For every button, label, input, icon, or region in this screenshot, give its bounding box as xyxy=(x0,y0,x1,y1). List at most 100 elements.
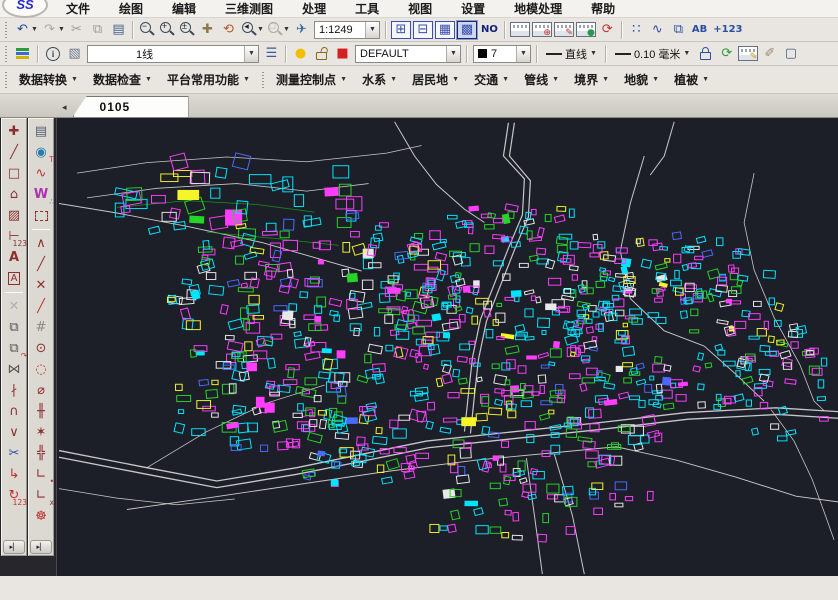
style-combo[interactable]: DEFAULT▼ xyxy=(355,45,461,63)
notebook-icon[interactable]: ▤ xyxy=(30,121,52,142)
btn-boundary[interactable]: 境界▼ xyxy=(567,69,617,91)
toolbar-area-icon[interactable]: ● xyxy=(576,22,596,37)
zoom-scale-icon[interactable]: ± xyxy=(177,20,197,40)
text-icon[interactable]: A xyxy=(3,247,25,268)
brush-icon[interactable]: ✐ xyxy=(759,44,780,64)
menu-item-1[interactable]: 绘图 xyxy=(119,0,143,17)
menu-item-8[interactable]: 地模处理 xyxy=(514,0,562,17)
copy-icon[interactable]: ⧉ xyxy=(87,20,108,40)
menu-item-9[interactable]: 帮助 xyxy=(591,0,615,17)
orbit-icon[interactable]: ⟳ xyxy=(597,20,618,40)
rotate-view-icon[interactable]: ⟲ xyxy=(218,20,239,40)
copy-object-icon[interactable]: ⧉ xyxy=(3,317,25,338)
btn-residential[interactable]: 居民地▼ xyxy=(405,69,467,91)
notch-icon[interactable]: ∨ xyxy=(3,422,25,443)
dimension-icon[interactable]: ⊢123 xyxy=(3,226,25,247)
zoom-extents-icon[interactable]: ⊞ xyxy=(391,21,411,39)
cross-node-icon[interactable]: ✕ xyxy=(30,275,52,296)
zoom-previous-icon[interactable]: ◂ xyxy=(239,20,259,40)
grid-point-icon[interactable]: # xyxy=(30,317,52,338)
erase-icon[interactable]: ✕ xyxy=(3,296,25,317)
toolbar-ruler-icon[interactable] xyxy=(510,22,530,37)
cross-line-icon[interactable]: ╬ xyxy=(30,443,52,464)
menu-item-0[interactable]: 文件 xyxy=(66,0,90,17)
table-icon[interactable]: ▦ xyxy=(435,21,455,39)
mirror-icon[interactable]: ⋈ xyxy=(3,359,25,380)
btn-landform[interactable]: 地貌▼ xyxy=(617,69,667,91)
fly-view-icon[interactable]: ✈ xyxy=(291,20,312,40)
clip-icon[interactable]: ✂ xyxy=(3,443,25,464)
zoom-window-icon[interactable]: □ xyxy=(265,20,285,40)
text-style-icon[interactable]: AB xyxy=(689,24,710,35)
color-combo[interactable]: 7▼ xyxy=(473,45,531,63)
linetype-combo-dropdown[interactable]: ▼ xyxy=(587,50,600,57)
btn-pipeline[interactable]: 管线▼ xyxy=(517,69,567,91)
unlock-icon[interactable] xyxy=(316,52,327,60)
layer-combo[interactable]: 1线▼ xyxy=(87,45,259,63)
draw-rect-icon[interactable]: □ xyxy=(3,163,25,184)
cut-icon[interactable]: ✂ xyxy=(66,20,87,40)
btn-traffic[interactable]: 交通▼ xyxy=(467,69,517,91)
wave-icon[interactable]: ∿ xyxy=(647,20,668,40)
wheel-icon[interactable]: ☸ xyxy=(30,506,52,527)
hatch-icon[interactable]: ▨ xyxy=(3,205,25,226)
globe-icon[interactable]: ◉T xyxy=(30,142,52,163)
info-icon[interactable]: i xyxy=(46,47,60,61)
selection-box-icon[interactable] xyxy=(30,205,52,226)
menu-item-3[interactable]: 三维测图 xyxy=(225,0,273,17)
notes-icon[interactable]: ✎ xyxy=(738,46,758,61)
toolbar-more-button[interactable]: ▸▏ xyxy=(30,540,52,554)
circle-tangent-icon[interactable]: ⌀ xyxy=(30,380,52,401)
scale-combo[interactable]: 1:1249▼ xyxy=(314,21,380,39)
coord-label-icon[interactable]: ↻123 xyxy=(3,485,25,506)
lineweight-combo[interactable]: 0.10 毫米▼ xyxy=(612,45,693,63)
layer-combo-dropdown[interactable]: ▼ xyxy=(244,46,258,62)
scale-combo-dropdown[interactable]: ▼ xyxy=(365,22,379,38)
grid-icon[interactable]: ▩ xyxy=(457,21,477,39)
menu-item-6[interactable]: 视图 xyxy=(408,0,432,17)
style-combo-dropdown[interactable]: ▼ xyxy=(446,46,460,62)
line-node-icon[interactable]: ╱ xyxy=(30,254,52,275)
layer-color-icon[interactable]: ■ xyxy=(332,44,353,64)
tab-scroll-left-icon[interactable]: ◂ xyxy=(62,102,67,113)
menu-item-5[interactable]: 工具 xyxy=(355,0,379,17)
redo-icon[interactable]: ↷ xyxy=(39,20,60,40)
coord-axis-icon[interactable]: ∟• xyxy=(30,464,52,485)
dashed-circle-icon[interactable]: ◌ xyxy=(30,359,52,380)
toolbar-edit-icon[interactable]: ✎ xyxy=(554,22,574,37)
blocks-icon[interactable]: ⧉ xyxy=(668,20,689,40)
draw-line-icon[interactable]: ╱ xyxy=(3,142,25,163)
zoom-in-icon[interactable]: + xyxy=(157,20,177,40)
paste-icon[interactable]: ▤ xyxy=(108,20,129,40)
text-style-icon[interactable]: A xyxy=(3,268,25,289)
drawing-tab-0105[interactable]: 0105 xyxy=(73,96,189,117)
layer-manager-icon[interactable] xyxy=(16,47,30,61)
offset-icon[interactable]: ↳ xyxy=(3,464,25,485)
linetype-combo[interactable]: 直线▼ xyxy=(543,45,600,63)
draw-point-icon[interactable]: ✚ xyxy=(3,121,25,142)
monitor-icon[interactable]: ▢ xyxy=(780,44,801,64)
freehand-icon[interactable]: ∿ xyxy=(30,163,52,184)
menu-item-2[interactable]: 编辑 xyxy=(172,0,196,17)
btn-water-system[interactable]: 水系▼ xyxy=(355,69,405,91)
layer-stack-icon[interactable]: ☰ xyxy=(261,44,282,64)
number-annotate-icon[interactable]: +123 xyxy=(710,24,745,35)
menu-item-4[interactable]: 处理 xyxy=(302,0,326,17)
zoom-all-icon[interactable]: ⊟ xyxy=(413,21,433,39)
map-canvas[interactable] xyxy=(56,118,838,576)
btn-platform-functions[interactable]: 平台常用功能▼ xyxy=(160,69,258,91)
layer-on-bulb-icon[interactable]: ● xyxy=(290,44,311,64)
toolbar-more-button[interactable]: ▸▏ xyxy=(3,540,25,554)
points-icon[interactable]: ∷ xyxy=(626,20,647,40)
refresh-icon[interactable]: ⟳ xyxy=(716,44,737,64)
zoom-out-icon[interactable]: − xyxy=(137,20,157,40)
symbol-w-icon[interactable]: W∴ xyxy=(30,184,52,205)
toolbar-target-icon[interactable]: ⊕ xyxy=(532,22,552,37)
coord-axis-x-icon[interactable]: ∟x xyxy=(30,485,52,506)
menu-item-7[interactable]: 设置 xyxy=(461,0,485,17)
break-icon[interactable]: ∤ xyxy=(3,380,25,401)
red-line-icon[interactable]: ╱ xyxy=(30,296,52,317)
circle-center-icon[interactable]: ⊙ xyxy=(30,338,52,359)
btn-control-points[interactable]: 测量控制点▼ xyxy=(269,69,355,91)
btn-data-check[interactable]: 数据检查▼ xyxy=(86,69,160,91)
